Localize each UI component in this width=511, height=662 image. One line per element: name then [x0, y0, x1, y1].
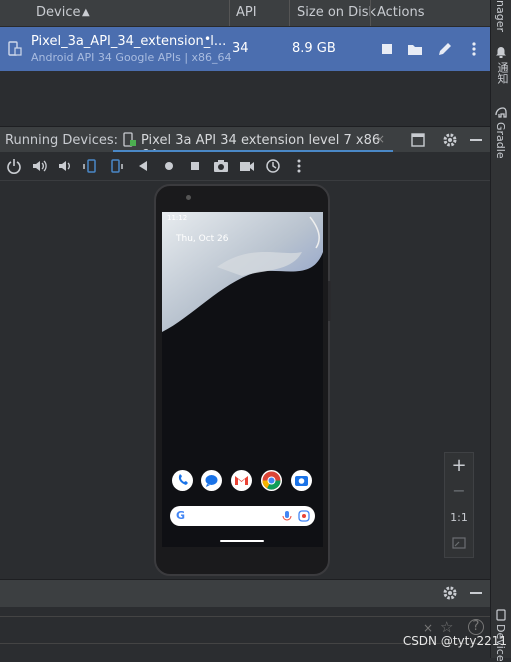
size-column-header[interactable]: Size on Disk [297, 5, 376, 20]
gradle-elephant-icon[interactable] [495, 106, 507, 118]
edit-icon[interactable] [436, 40, 454, 58]
window-layout-icon[interactable] [410, 132, 426, 148]
sort-ascending-icon: ▲ [82, 7, 90, 18]
screenshot-icon[interactable] [213, 158, 229, 174]
right-tool-stripe: nager 通知 Gradle Device [490, 0, 511, 662]
front-camera-icon [186, 195, 191, 200]
clear-input-icon[interactable]: × [423, 621, 433, 635]
record-video-icon[interactable] [239, 158, 255, 174]
snapshot-history-icon[interactable] [265, 158, 281, 174]
device-name: Pixel_3a_API_34_extension_l... [31, 34, 227, 49]
device-explorer-icon[interactable] [495, 609, 507, 621]
more-options-icon[interactable] [291, 158, 307, 174]
notifications-bell-icon[interactable] [495, 46, 507, 58]
phone-app-icon[interactable] [172, 470, 193, 491]
fit-screen-icon[interactable] [452, 537, 466, 549]
notifications-stripe-label[interactable]: 通知 [494, 62, 510, 84]
column-divider [229, 0, 230, 26]
device-column-header[interactable]: Device [36, 5, 80, 20]
lockscreen-date: Thu, Oct 26 [176, 234, 229, 244]
chrome-app-icon[interactable] [261, 470, 282, 491]
rotate-right-icon[interactable] [108, 158, 124, 174]
overview-icon[interactable] [187, 158, 203, 174]
running-devices-header: Running Devices: Pixel 3a API 34 extensi… [0, 126, 490, 163]
column-divider [370, 0, 371, 26]
power-icon[interactable] [6, 158, 22, 174]
device-type-icon [8, 41, 22, 56]
device-row-pixel-3a[interactable]: Pixel_3a_API_34_extension_l... • Android… [0, 27, 490, 71]
settings-gear-icon[interactable] [442, 585, 458, 601]
api-column-header[interactable]: API [236, 5, 257, 20]
side-button [328, 281, 331, 321]
volume-up-icon[interactable] [31, 158, 47, 174]
device-list-empty-area [0, 71, 490, 126]
tab-pixel-3a[interactable]: Pixel 3a API 34 extension level 7 x86 64… [113, 127, 393, 163]
gmail-app-icon[interactable] [231, 470, 252, 491]
gesture-nav-bar[interactable] [220, 540, 264, 542]
messages-app-icon[interactable] [201, 470, 222, 491]
zoom-panel: + − 1:1 [444, 452, 474, 558]
home-icon[interactable] [161, 158, 177, 174]
settings-gear-icon[interactable] [442, 132, 458, 148]
device-status-dot: • [204, 32, 212, 46]
stop-icon[interactable] [378, 40, 396, 58]
status-bar-time: 11:12 [167, 214, 188, 222]
running-devices-label: Running Devices: [5, 133, 119, 148]
zoom-in-button[interactable]: + [445, 455, 473, 476]
gradle-stripe-label[interactable]: Gradle [494, 122, 507, 159]
voice-search-icon[interactable] [282, 510, 292, 522]
device-table-header: Device ▲ API Size on Disk Actions [0, 0, 490, 27]
more-options-icon[interactable] [465, 40, 483, 58]
device-tab-icon [123, 132, 136, 147]
help-icon[interactable]: ? [468, 619, 484, 635]
back-icon[interactable] [135, 158, 151, 174]
volume-down-icon[interactable] [57, 158, 73, 174]
lens-icon[interactable] [298, 510, 310, 522]
column-divider [289, 0, 290, 26]
device-subtitle: Android API 34 Google APIs | x86_64 [31, 51, 232, 64]
emulator-toolbar [0, 152, 490, 181]
device-api: 34 [232, 41, 249, 56]
close-tab-icon[interactable]: × [375, 132, 385, 146]
wallpaper-image [162, 212, 323, 547]
device-size: 8.9 GB [292, 41, 336, 56]
minimize-icon[interactable] [468, 132, 484, 148]
google-g-icon: G [176, 509, 186, 522]
device-manager-stripe-label[interactable]: nager [494, 0, 507, 32]
rotate-left-icon[interactable] [83, 158, 99, 174]
actions-column-header: Actions [377, 5, 425, 20]
google-search-bar[interactable]: G [170, 506, 315, 526]
zoom-actual-size-button[interactable]: 1:1 [445, 511, 473, 524]
bottom-panel-header [0, 579, 490, 607]
csdn-watermark: CSDN @tyty2211 [402, 634, 507, 648]
camera-app-icon[interactable] [291, 470, 312, 491]
zoom-out-button[interactable]: − [445, 481, 473, 500]
minimize-icon[interactable] [468, 585, 484, 601]
phone-screen[interactable]: 11:12 Thu, Oct 26 G [162, 212, 323, 547]
folder-icon[interactable] [406, 40, 424, 58]
